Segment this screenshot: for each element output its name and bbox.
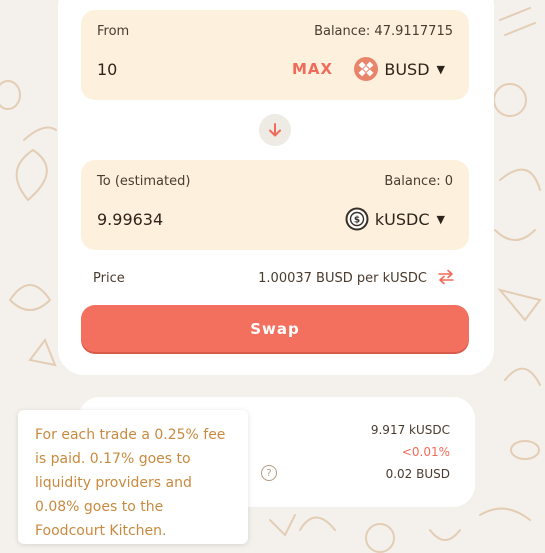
to-amount-input[interactable]: 9.99634 — [97, 210, 163, 229]
arrow-down-icon — [269, 123, 281, 137]
help-icon[interactable]: ? — [261, 465, 277, 481]
price-label: Price — [93, 271, 125, 286]
chevron-down-icon: ▼ — [436, 62, 445, 76]
svg-text:$: $ — [354, 216, 360, 226]
kusdc-icon: $ — [345, 207, 369, 231]
from-token-label: BUSD — [384, 59, 430, 79]
price-impact-value: <0.01% — [401, 445, 450, 459]
to-balance: Balance: 0 — [384, 174, 453, 189]
busd-icon — [354, 57, 379, 81]
swap-direction-button[interactable] — [259, 114, 291, 146]
fee-tooltip: For each trade a 0.25% fee is paid. 0.17… — [18, 410, 248, 544]
price-value: 1.00037 BUSD per kUSDC — [258, 271, 427, 286]
max-button[interactable]: MAX — [292, 60, 333, 78]
from-panel: From Balance: 47.9117715 10 MAX BUSD ▼ — [81, 10, 469, 100]
swap-price-direction-icon[interactable] — [436, 267, 456, 287]
to-token-selector[interactable]: $ kUSDC ▼ — [345, 206, 445, 232]
to-token-label: kUSDC — [374, 209, 430, 229]
from-label: From — [97, 24, 130, 39]
swap-button[interactable]: Swap — [81, 305, 469, 352]
minimum-received-value: 9.917 kUSDC — [370, 423, 450, 437]
chevron-down-icon: ▼ — [436, 212, 445, 226]
from-balance: Balance: 47.9117715 — [314, 24, 453, 39]
to-panel: To (estimated) Balance: 0 9.99634 $ kUSD… — [81, 160, 469, 250]
liquidity-fee-value: 0.02 BUSD — [385, 467, 450, 481]
from-token-selector[interactable]: BUSD ▼ — [354, 56, 445, 82]
to-label: To (estimated) — [97, 174, 191, 189]
from-amount-input[interactable]: 10 — [97, 60, 117, 79]
